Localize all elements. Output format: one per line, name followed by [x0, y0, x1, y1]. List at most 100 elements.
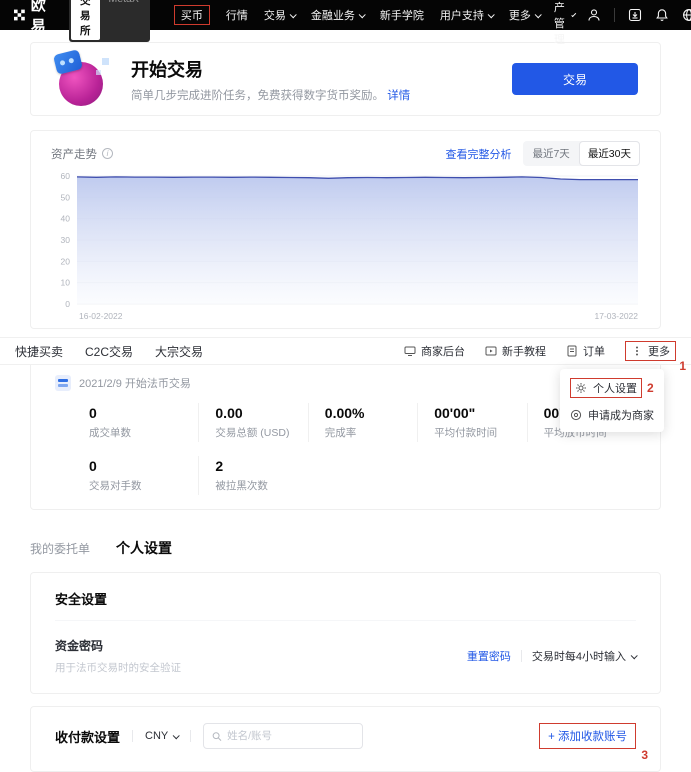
fund-password-label: 资金密码 [55, 637, 181, 654]
tab-personal-settings[interactable]: 个人设置 [116, 538, 172, 558]
svg-text:17-03-2022: 17-03-2022 [595, 311, 639, 321]
monitor-icon [404, 345, 416, 357]
security-settings-card: 安全设置 资金密码 用于法币交易时的安全验证 重置密码 交易时每4小时输入 [30, 572, 661, 694]
currency-select[interactable]: CNY [145, 730, 178, 742]
add-payment-account-button[interactable]: + 添加收款账号 [539, 723, 636, 749]
top-header: 欧易 交易所 MetaX 买币 行情 交易 金融业务 新手学院 用户支持 更多 … [0, 0, 691, 30]
annotation-3: 3 [641, 748, 648, 762]
tab-c2c-trade[interactable]: C2C交易 [85, 343, 133, 360]
start-trading-info: 开始交易 简单几步完成进阶任务，免费获得数字货币奖励。 详情 [131, 56, 492, 103]
asset-trend-chart[interactable]: 010203040506016-02-202217-03-2022 [51, 172, 642, 324]
tab-my-orders[interactable]: 我的委托单 [30, 540, 90, 557]
notifications-bell-icon[interactable] [655, 8, 669, 22]
more-dots-icon [631, 345, 643, 357]
fund-password-info: 资金密码 用于法币交易时的安全验证 [55, 637, 181, 675]
c2c-tab-bar: 快捷买卖 C2C交易 大宗交易 商家后台 新手教程 订单 更多 1 [0, 337, 691, 365]
reset-password-link[interactable]: 重置密码 [467, 648, 511, 664]
chevron-down-icon [631, 652, 638, 659]
annotation-1: 1 [679, 359, 686, 373]
header-right: 资产管理 [554, 0, 691, 47]
orders-button[interactable]: 订单 [566, 343, 605, 359]
c2c-tabs: 快捷买卖 C2C交易 大宗交易 [15, 343, 203, 360]
add-account-wrap: + 添加收款账号 3 [539, 723, 636, 749]
okx-logo[interactable]: 欧易 [14, 0, 51, 36]
tab-block-trade[interactable]: 大宗交易 [155, 343, 203, 360]
fund-password-desc: 用于法币交易时的安全验证 [55, 660, 181, 675]
video-play-icon [485, 345, 497, 357]
okx-logo-icon [14, 7, 25, 23]
nav-support[interactable]: 用户支持 [440, 7, 493, 23]
range-7d-button[interactable]: 最近7天 [523, 141, 578, 166]
user-icon[interactable] [587, 8, 601, 22]
account-search-input[interactable] [227, 730, 354, 742]
tab-express-trade[interactable]: 快捷买卖 [15, 343, 63, 360]
security-settings-title: 安全设置 [55, 589, 636, 621]
menu-item-personal-settings[interactable]: 个人设置 [570, 378, 642, 398]
asset-trend-title: 资产走势 [51, 146, 97, 162]
merchant-portal-button[interactable]: 商家后台 [404, 343, 465, 359]
trade-button[interactable]: 交易 [512, 63, 638, 95]
language-globe-icon[interactable] [682, 8, 691, 22]
account-search-box [203, 723, 363, 749]
nav-buy-crypto[interactable]: 买币 [174, 5, 210, 25]
nav-finance[interactable]: 金融业务 [311, 7, 364, 23]
chevron-down-icon [571, 12, 576, 17]
start-trading-illustration [53, 50, 111, 108]
asset-trend-controls: 查看完整分析 最近7天 最近30天 [445, 141, 640, 166]
nav-markets[interactable]: 行情 [226, 7, 248, 23]
divider [190, 730, 191, 742]
fiat-trading-since: 2021/2/9 开始法币交易 [55, 375, 636, 391]
divider [521, 650, 522, 662]
nav-trade[interactable]: 交易 [264, 7, 295, 23]
range-30d-button[interactable]: 最近30天 [579, 141, 640, 166]
menu-item-apply-merchant[interactable]: 申请成为商家 [570, 407, 654, 423]
info-icon[interactable]: i [102, 148, 113, 159]
svg-text:40: 40 [61, 214, 71, 224]
asset-trend-card: 资产走势 i 查看完整分析 最近7天 最近30天 010203040506016… [30, 130, 661, 329]
stat-blocked-count: 2 被拉黑次数 [198, 456, 307, 495]
stat-volume: 0.00 交易总额 (USD) [198, 403, 307, 442]
payment-settings-card: 收付款设置 CNY + 添加收款账号 3 [30, 706, 661, 772]
stat-counterparties: 0 交易对手数 [89, 456, 198, 495]
annotation-2: 2 [647, 381, 654, 395]
toggle-metax[interactable]: MetaX [100, 0, 148, 40]
svg-text:50: 50 [61, 192, 71, 202]
chevron-down-icon [488, 11, 495, 18]
merchant-stats-card: 2021/2/9 开始法币交易 0 成交单数 0.00 交易总额 (USD) 0… [30, 365, 661, 510]
svg-text:16-02-2022: 16-02-2022 [79, 311, 123, 321]
logo-text: 欧易 [31, 0, 51, 36]
svg-text:10: 10 [61, 278, 71, 288]
nav-academy[interactable]: 新手学院 [380, 7, 424, 23]
toggle-exchange[interactable]: 交易所 [71, 0, 100, 40]
full-analysis-link[interactable]: 查看完整分析 [445, 146, 511, 162]
gear-icon [575, 382, 587, 394]
badge-icon [55, 375, 71, 391]
nav-more[interactable]: 更多 [509, 7, 540, 23]
more-dropdown-menu: 个人设置 2 申请成为商家 [560, 369, 664, 432]
stats-row-1: 0 成交单数 0.00 交易总额 (USD) 0.00% 完成率 00'00" … [55, 403, 636, 442]
asset-manage-menu[interactable]: 资产管理 [554, 0, 575, 47]
more-button[interactable]: 更多 1 [625, 341, 676, 361]
payment-settings-title: 收付款设置 [55, 727, 120, 746]
asset-trend-header: 资产走势 i 查看完整分析 最近7天 最近30天 [51, 141, 640, 166]
chevron-down-icon [359, 11, 366, 18]
fund-password-row: 资金密码 用于法币交易时的安全验证 重置密码 交易时每4小时输入 [55, 637, 636, 675]
range-toggle: 最近7天 最近30天 [523, 141, 640, 166]
stats-row-2: 0 交易对手数 2 被拉黑次数 [55, 456, 636, 495]
stat-completion-rate: 0.00% 完成率 [308, 403, 417, 442]
main-nav: 买币 行情 交易 金融业务 新手学院 用户支持 更多 [174, 5, 540, 25]
svg-text:60: 60 [61, 172, 71, 181]
chevron-down-icon [290, 11, 297, 18]
tutorial-button[interactable]: 新手教程 [485, 343, 546, 359]
fund-password-actions: 重置密码 交易时每4小时输入 [467, 648, 636, 664]
input-frequency-select[interactable]: 交易时每4小时输入 [532, 648, 636, 664]
mode-toggle: 交易所 MetaX [69, 0, 150, 42]
chevron-down-icon [535, 11, 542, 18]
svg-text:20: 20 [61, 256, 71, 266]
detail-link[interactable]: 详情 [387, 90, 410, 102]
download-app-icon[interactable] [628, 8, 642, 22]
document-icon [566, 345, 578, 357]
svg-text:30: 30 [61, 235, 71, 245]
divider [132, 730, 133, 742]
chevron-down-icon [173, 732, 180, 739]
